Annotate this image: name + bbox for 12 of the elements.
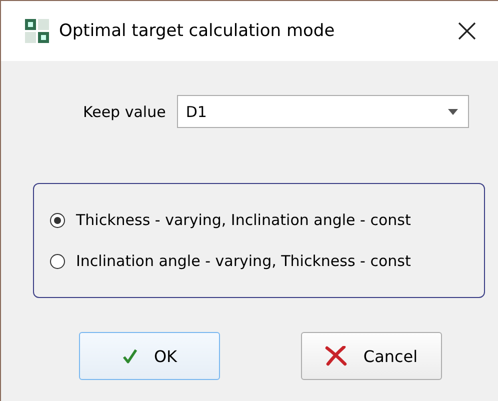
mode-radio-option[interactable]: Inclination angle - varying, Thickness - const: [50, 252, 484, 270]
close-icon: [457, 21, 477, 41]
dropdown-arrow-icon: [448, 108, 458, 114]
app-icon: [25, 19, 49, 43]
keep-value-dropdown[interactable]: D1: [176, 95, 469, 128]
keep-value-label: Keep value: [83, 102, 166, 120]
check-icon: [122, 348, 138, 364]
cancel-button[interactable]: Cancel: [301, 332, 442, 380]
cross-icon: [325, 346, 348, 366]
ok-button[interactable]: OK: [79, 332, 220, 380]
window-title: Optimal target calculation mode: [59, 21, 336, 41]
mode-radio-option[interactable]: Thickness - varying, Inclination angle - const: [50, 211, 484, 229]
